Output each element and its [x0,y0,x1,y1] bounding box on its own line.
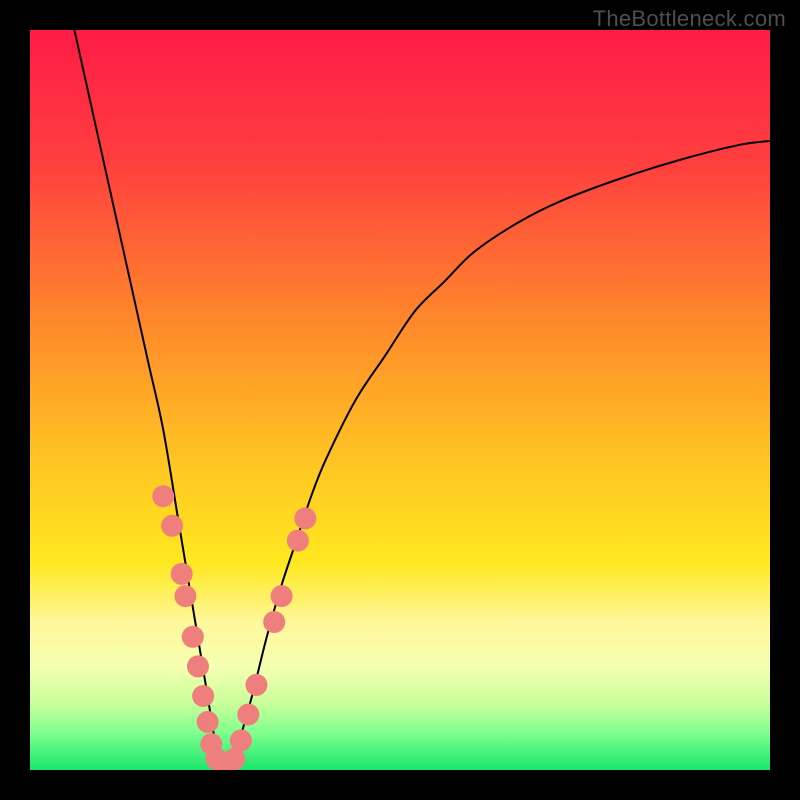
highlight-point [161,515,183,537]
plot-area [30,30,770,770]
highlight-point [187,655,209,677]
highlight-point [152,485,174,507]
highlight-point [245,674,267,696]
highlight-point [271,585,293,607]
highlight-point [171,563,193,585]
highlight-point [192,685,214,707]
highlight-point [263,611,285,633]
watermark-text: TheBottleneck.com [593,6,786,32]
highlight-point [294,507,316,529]
marker-layer [30,30,770,770]
highlight-point [197,711,219,733]
highlight-point [287,530,309,552]
highlight-point [230,729,252,751]
chart-frame [30,30,770,770]
highlight-point [237,704,259,726]
highlight-point [174,585,196,607]
highlight-point [182,626,204,648]
